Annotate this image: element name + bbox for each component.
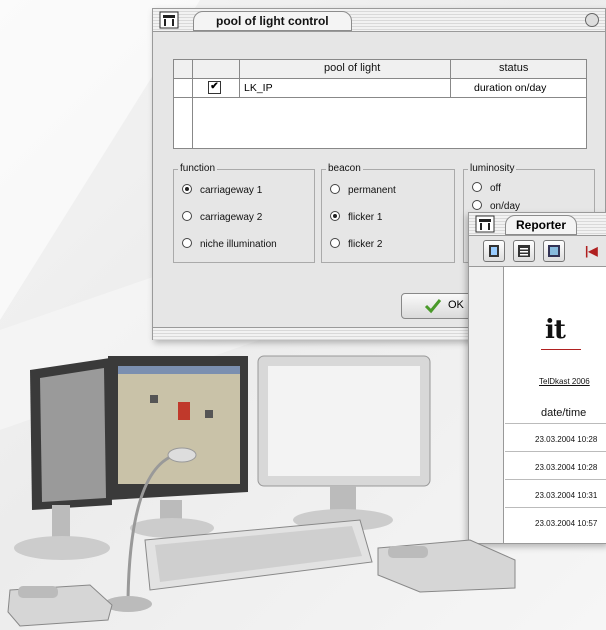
date-entry: 23.03.2004 10:31 (535, 491, 598, 500)
pool-table: pool of light status ✔ LK_IP duration on… (173, 59, 587, 149)
radio-carriageway-2[interactable]: carriageway 2 (182, 211, 262, 223)
radio-selected-icon (330, 211, 340, 221)
radio-icon (472, 200, 482, 210)
table-header: pool of light status (174, 60, 586, 79)
report-title: TelDkast 2006 (539, 377, 590, 386)
table-row[interactable]: ✔ LK_IP duration on/day (174, 79, 586, 98)
beacon-group: beacon permanent flicker 1 flicker 2 (321, 163, 455, 263)
group-label: beacon (326, 163, 363, 174)
report-preview: it TelDkast 2006 date/time 23.03.2004 10… (505, 267, 606, 543)
highway-icon (475, 215, 495, 233)
group-label: luminosity (468, 163, 517, 174)
list-icon[interactable] (513, 240, 535, 262)
first-page-icon[interactable]: |◀ (585, 244, 598, 258)
row-checkbox[interactable]: ✔ (208, 81, 221, 94)
date-entry: 23.03.2004 10:28 (535, 435, 598, 444)
radio-icon (330, 184, 340, 194)
group-label: function (178, 163, 218, 174)
pool-status: duration on/day (474, 82, 547, 94)
radio-icon (330, 238, 340, 248)
date-entry: 23.03.2004 10:28 (535, 463, 598, 472)
radio-icon (472, 182, 482, 192)
radio-niche-illumination[interactable]: niche illumination (182, 238, 277, 250)
reporter-titlebar[interactable]: Reporter (469, 213, 606, 236)
date-column-header: date/time (541, 407, 587, 419)
print-icon[interactable] (543, 240, 565, 262)
radio-icon (182, 211, 192, 221)
radio-permanent[interactable]: permanent (330, 184, 396, 196)
column-header: status (499, 62, 529, 74)
company-logo: it (545, 315, 566, 345)
radio-flicker-2[interactable]: flicker 2 (330, 238, 382, 250)
radio-selected-icon (182, 184, 192, 194)
reporter-title: Reporter (505, 215, 578, 235)
radio-off[interactable]: off (472, 182, 501, 194)
radio-on-day[interactable]: on/day (472, 200, 520, 212)
reporter-sidebar (469, 267, 504, 543)
function-group: function carriageway 1 carriageway 2 nic… (173, 163, 315, 263)
close-icon[interactable] (585, 13, 599, 27)
checkmark-icon (424, 299, 442, 314)
date-entry: 23.03.2004 10:57 (535, 519, 598, 528)
document-icon[interactable] (483, 240, 505, 262)
window-title: pool of light control (193, 11, 352, 31)
radio-carriageway-1[interactable]: carriageway 1 (182, 184, 262, 196)
reporter-window: Reporter |◀ it TelDkast 2006 date/time 2… (468, 212, 606, 544)
pool-name: LK_IP (244, 82, 273, 94)
window-titlebar[interactable]: pool of light control (153, 9, 605, 32)
column-header: pool of light (324, 62, 381, 74)
highway-icon (159, 11, 179, 29)
reporter-toolbar: |◀ (469, 236, 606, 267)
radio-flicker-1[interactable]: flicker 1 (330, 211, 382, 223)
radio-icon (182, 238, 192, 248)
